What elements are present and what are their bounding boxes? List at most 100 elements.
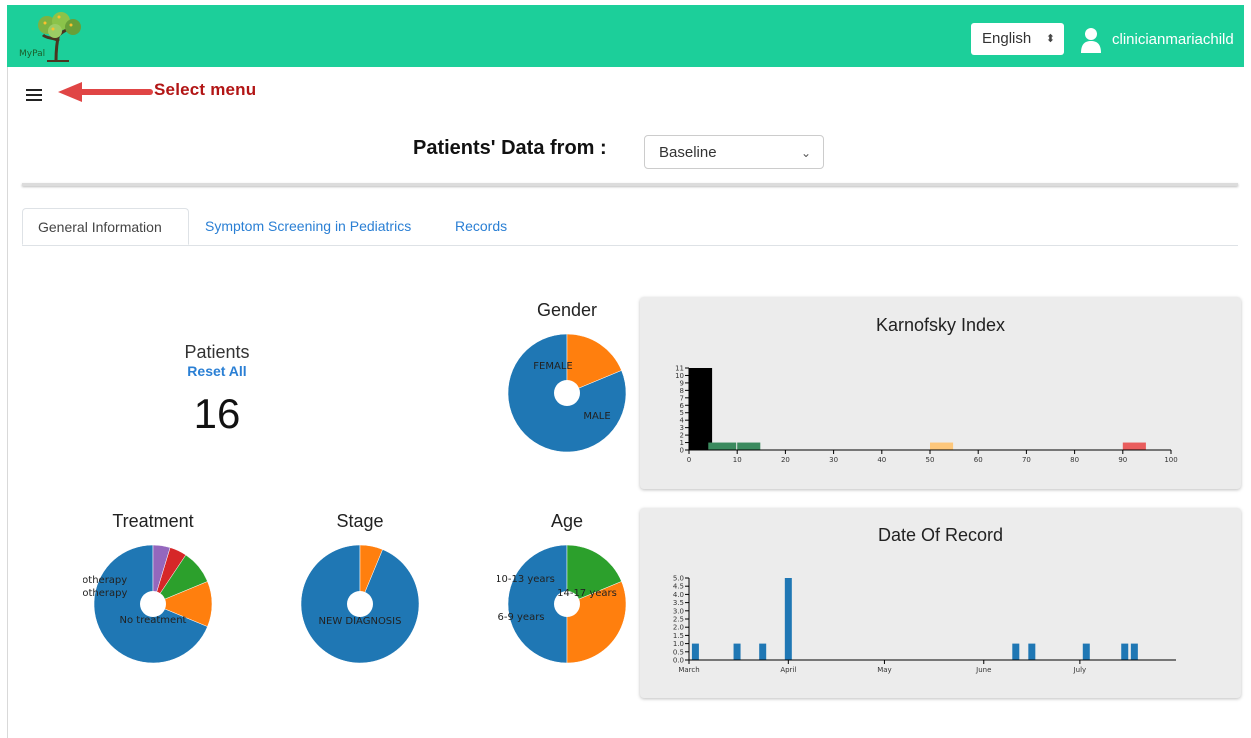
logo-text: MyPal [19, 49, 46, 59]
x-tick-label: 10 [733, 456, 742, 464]
x-tick-label: 70 [1022, 456, 1031, 464]
date-bar-7[interactable] [1121, 643, 1129, 660]
age-chart-title: Age [550, 511, 584, 531]
y-tick-label: 4.0 [673, 591, 684, 599]
chevron-down-icon: ⌄ [800, 146, 811, 160]
date-bar-1[interactable] [733, 643, 741, 660]
pie-label-14-17-years: 14-17 years [557, 588, 617, 599]
x-tick-label: 60 [974, 456, 983, 464]
section-divider [22, 183, 1238, 186]
select-arrows-icon: ⬍ [1045, 33, 1055, 45]
data-source-select[interactable]: Baseline ⌄ [644, 135, 824, 169]
karnofsky-bar-1[interactable] [708, 442, 737, 450]
pie-label-male: MALE [583, 411, 610, 422]
y-tick-label: 3 [680, 424, 684, 432]
y-tick-label: 9 [680, 379, 684, 387]
x-tick-label: 80 [1070, 456, 1079, 464]
x-tick-label: 40 [877, 456, 886, 464]
karnofsky-bar-chart[interactable]: 0 10 20 30 40 50 60 70 80 90 10001234567891011 [640, 297, 1241, 489]
stage-chart-title: Stage [336, 511, 384, 531]
gender-pie-chart[interactable]: MALE FEMALE [497, 333, 637, 473]
pie-hole [140, 591, 166, 617]
x-tick-label: 90 [1118, 456, 1127, 464]
karnofsky-bar-0[interactable] [689, 368, 713, 450]
tab-general-information[interactable]: General Information [22, 208, 189, 245]
pie-label-radiotherapy: radiotherapy [83, 575, 127, 586]
x-tick-label: July [1073, 666, 1087, 674]
x-tick-label: May [877, 666, 891, 674]
x-tick-label: March [678, 666, 699, 674]
patients-title: Patients [184, 342, 250, 362]
pie-label-10-13-years: 10-13 years [497, 574, 555, 585]
x-tick-label: 50 [926, 456, 935, 464]
age-pie-chart[interactable]: 14-17 years 6-9 years 10-13 years [497, 544, 637, 684]
karnofsky-bar-3[interactable] [930, 442, 954, 450]
y-tick-label: 4 [680, 417, 685, 425]
y-tick-label: 3.5 [673, 599, 684, 607]
y-tick-label: 4.5 [673, 583, 684, 591]
pie-hole [347, 591, 373, 617]
date-bar-6[interactable] [1082, 643, 1090, 660]
date-bar-2[interactable] [759, 643, 767, 660]
y-tick-label: 10 [675, 372, 684, 380]
gender-chart-title: Gender [536, 300, 598, 320]
y-tick-label: 5 [680, 409, 684, 417]
date-bar-3[interactable] [784, 578, 792, 660]
karnofsky-bar-2[interactable] [737, 442, 761, 450]
x-tick-label: April [780, 666, 796, 674]
tab-records[interactable]: Records [440, 208, 522, 245]
y-tick-label: 2.0 [673, 624, 684, 632]
x-tick-label: 100 [1164, 456, 1177, 464]
y-tick-label: 0.0 [673, 657, 684, 665]
data-source-value: Baseline [659, 144, 717, 161]
reset-all-link[interactable]: Reset All [150, 363, 284, 379]
y-tick-label: 8 [680, 387, 684, 395]
content-border [7, 67, 8, 738]
y-tick-label: 1 [680, 439, 684, 447]
karnofsky-panel: Karnofsky Index 0 10 20 30 40 50 60 70 80 90 100 0 1… [640, 297, 1241, 489]
patients-count: 16 [193, 390, 241, 437]
top-navbar: MyPal English ⬍ clinicianmariachild [7, 5, 1244, 67]
pie-label-chemotherapy: chemotherapy [83, 588, 127, 599]
x-tick-label: 0 [687, 456, 691, 464]
x-tick-label: 30 [829, 456, 838, 464]
y-tick-label: 0 [680, 447, 684, 455]
x-tick-label: June [975, 666, 991, 674]
y-tick-label: 0.5 [673, 648, 684, 656]
hamburger-menu-icon[interactable] [26, 89, 42, 103]
tab-symptom-screening[interactable]: Symptom Screening in Pediatrics [190, 208, 426, 245]
stage-pie-chart[interactable]: NEW DIAGNOSIS [290, 544, 430, 684]
user-icon[interactable] [1080, 27, 1102, 53]
y-tick-label: 6 [680, 402, 685, 410]
treatment-chart-title: Treatment [112, 511, 194, 531]
annotation-label: Select menu [154, 80, 257, 99]
pie-label-6-9-years: 6-9 years [497, 612, 544, 623]
y-tick-label: 1.5 [673, 632, 684, 640]
treatment-pie-chart[interactable]: No treatment chemotherapy radiotherapy [83, 544, 223, 684]
y-tick-label: 3.0 [673, 607, 684, 615]
x-tick-label: 20 [781, 456, 790, 464]
y-tick-label: 7 [680, 394, 684, 402]
pie-label-no-treatment: No treatment [120, 615, 187, 626]
data-source-label: Patients' Data from : [413, 137, 607, 159]
username-link[interactable]: clinicianmariachild [1112, 25, 1234, 55]
tab-bar: General Information Symptom Screening in… [22, 208, 1238, 246]
y-tick-label: 2 [680, 432, 684, 440]
pie-label-female: FEMALE [533, 361, 572, 372]
y-tick-label: 2.5 [673, 616, 684, 624]
karnofsky-bar-4[interactable] [1122, 442, 1146, 450]
pie-hole [554, 380, 580, 406]
y-tick-label: 11 [675, 365, 684, 373]
date-of-record-bar-chart[interactable]: March April May June July0.00.51.01.52.02.53… [640, 508, 1241, 698]
date-of-record-panel: Date Of Record March April May June July 0.0 0… [640, 508, 1241, 698]
language-select[interactable]: English ⬍ [971, 23, 1064, 55]
date-bar-0[interactable] [691, 643, 699, 660]
y-tick-label: 1.0 [673, 640, 684, 648]
date-bar-8[interactable] [1130, 643, 1138, 660]
y-tick-label: 5.0 [673, 575, 684, 583]
pie-label-new-diagnosis: NEW DIAGNOSIS [319, 616, 402, 627]
date-bar-5[interactable] [1028, 643, 1036, 660]
date-bar-4[interactable] [1012, 643, 1020, 660]
annotation-arrow [58, 82, 153, 102]
language-value: English [982, 30, 1032, 47]
